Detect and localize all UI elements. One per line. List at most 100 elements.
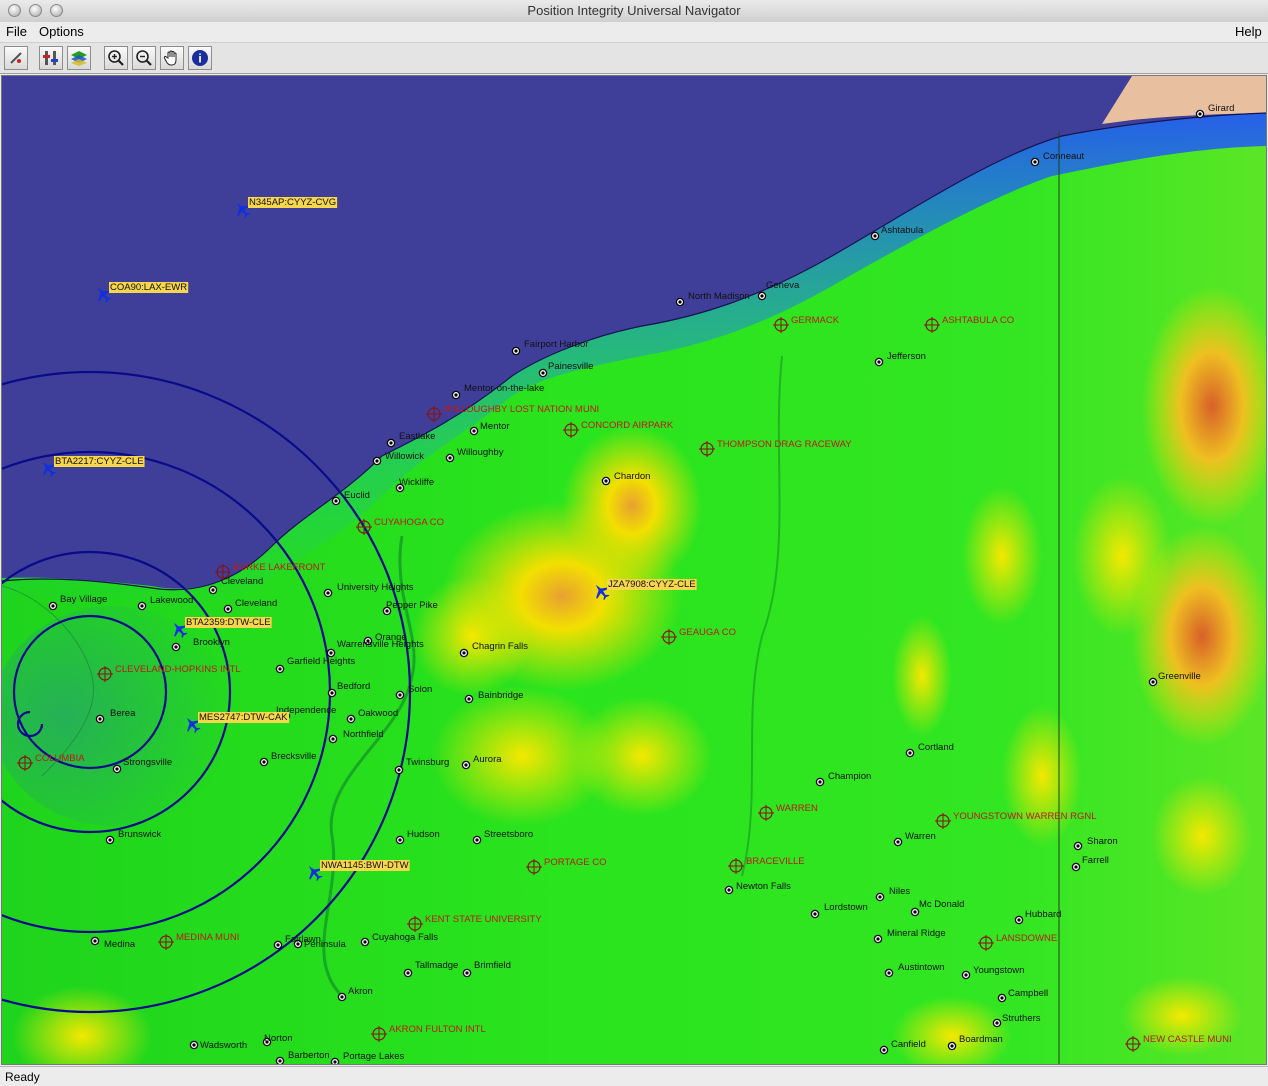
airport-label: WILLOUGHBY LOST NATION MUNI xyxy=(444,404,599,415)
toolbar: i xyxy=(0,42,1268,74)
status-text: Ready xyxy=(5,1070,40,1084)
town-label: Pepper Pike xyxy=(386,600,438,611)
town-label: Lakewood xyxy=(150,595,193,606)
town-label: Oakwood xyxy=(358,708,398,719)
town-label: Strongsville xyxy=(123,757,172,768)
town-label: Barberton xyxy=(288,1050,330,1061)
town-label: Girard xyxy=(1208,103,1234,114)
town-marker[interactable]: Norton xyxy=(262,1033,293,1047)
town-label: Wickliffe xyxy=(399,477,434,488)
town-label: Warren xyxy=(905,831,936,842)
town-label: Aurora xyxy=(473,754,502,765)
layers-adjust-button[interactable] xyxy=(39,46,63,70)
town-label: Painesville xyxy=(548,361,593,372)
airport-label: CLEVELAND-HOPKINS INTL xyxy=(115,664,241,675)
town-label: Bedford xyxy=(337,681,370,692)
town-label: Ashtabula xyxy=(881,225,924,236)
town-label: Campbell xyxy=(1008,988,1048,999)
town-label: Bay Village xyxy=(60,594,107,605)
town-label: Twinsburg xyxy=(406,757,449,768)
town-label: Brunswick xyxy=(118,829,162,840)
flight-label: N345AP:CYYZ-CVG xyxy=(249,197,336,208)
town-label: Canfield xyxy=(891,1039,926,1050)
zoom-out-button[interactable] xyxy=(132,46,156,70)
town-label: Tallmadge xyxy=(415,960,458,971)
town-label: Portage Lakes xyxy=(343,1051,405,1062)
flight-label: JZA7908:CYYZ-CLE xyxy=(608,579,696,590)
town-label: Cuyahoga Falls xyxy=(372,932,438,943)
town-label: Berea xyxy=(110,708,136,719)
town-label: Sharon xyxy=(1087,836,1118,847)
town-label: Cleveland xyxy=(235,598,277,609)
town-label: Champion xyxy=(828,771,871,782)
airport-label: NEW CASTLE MUNI xyxy=(1143,1034,1232,1045)
town-label: Jefferson xyxy=(887,351,926,362)
edit-tool-button[interactable] xyxy=(4,46,28,70)
menu-help[interactable]: Help xyxy=(1235,24,1262,39)
town-label: Conneaut xyxy=(1043,151,1085,162)
airport-label: KENT STATE UNIVERSITY xyxy=(425,914,542,925)
town-label: Mc Donald xyxy=(919,899,964,910)
town-label: Wadsworth xyxy=(200,1040,247,1051)
town-marker[interactable]: Newton Falls xyxy=(724,881,791,895)
airport-label: LANSDOWNE xyxy=(996,933,1057,944)
town-label: Eastlake xyxy=(399,431,435,442)
pan-button[interactable] xyxy=(160,46,184,70)
flight-label: MES2747:DTW-CAK xyxy=(199,712,288,723)
town-label: Farrell xyxy=(1082,855,1109,866)
zoom-out-icon xyxy=(136,50,152,66)
edit-icon xyxy=(10,52,22,64)
town-label: Mentor xyxy=(480,421,510,432)
layers-adjust-icon xyxy=(43,51,58,65)
map-view[interactable]: Girard Conneaut Ashtabula North Madison Gene… xyxy=(1,75,1267,1065)
town-label: Streetsboro xyxy=(484,829,533,840)
airport-label: PORTAGE CO xyxy=(544,857,606,868)
town-label: North Madison xyxy=(688,291,750,302)
town-label: Newton Falls xyxy=(736,881,791,892)
airport-label: CONCORD AIRPARK xyxy=(581,420,674,431)
town-label: Brimfield xyxy=(474,960,511,971)
flight-label: BTA2217:CYYZ-CLE xyxy=(55,456,144,467)
flight-label: BTA2359:DTW-CLE xyxy=(186,617,271,628)
town-label: Chagrin Falls xyxy=(472,641,528,652)
airport-label: MEDINA MUNI xyxy=(176,932,239,943)
town-label: Austintown xyxy=(898,962,944,973)
menu-options[interactable]: Options xyxy=(39,24,84,39)
town-label: Garfield Heights xyxy=(287,656,355,667)
airport-label: ASHTABULA CO xyxy=(942,315,1014,326)
airport-label: THOMPSON DRAG RACEWAY xyxy=(717,439,852,450)
town-label: Northfield xyxy=(343,729,384,740)
zoom-in-button[interactable] xyxy=(104,46,128,70)
window-titlebar: Position Integrity Universal Navigator xyxy=(0,0,1268,23)
town-label: Geneva xyxy=(766,280,800,291)
pan-hand-icon xyxy=(163,50,177,66)
airport-label: GERMACK xyxy=(791,315,840,326)
town-label: Solon xyxy=(408,684,432,695)
airport-label: BURKE LAKEFRONT xyxy=(233,562,326,573)
town-label: Fairlawn xyxy=(285,934,321,945)
town-label: Willoughby xyxy=(457,447,504,458)
town-label: Greenville xyxy=(1158,671,1201,682)
town-label: Euclid xyxy=(344,490,370,501)
town-label: Brecksville xyxy=(271,751,316,762)
town-label: Brooklyn xyxy=(193,637,230,648)
menu-bar: File Options Help xyxy=(0,22,1268,42)
terrain-map[interactable]: Girard Conneaut Ashtabula North Madison Gene… xyxy=(2,76,1266,1064)
info-button[interactable]: i xyxy=(188,46,212,70)
town-label: Cleveland xyxy=(221,576,263,587)
airport-label: YOUNGSTOWN WARREN RGNL xyxy=(953,811,1097,822)
town-label: Willowick xyxy=(385,451,424,462)
town-label: Mentor-on-the-lake xyxy=(464,383,544,394)
town-label: Boardman xyxy=(959,1034,1003,1045)
layers-button[interactable] xyxy=(67,46,91,70)
status-bar: Ready xyxy=(0,1066,1268,1086)
town-label: Lordstown xyxy=(824,902,868,913)
menu-file[interactable]: File xyxy=(6,24,27,39)
town-label: Mineral Ridge xyxy=(887,928,946,939)
town-label: Cortland xyxy=(918,742,954,753)
flight-label: COA90:LAX-EWR xyxy=(110,282,187,293)
airport-label: COLUMBIA xyxy=(35,753,85,764)
airport-label: AKRON FULTON INTL xyxy=(389,1024,486,1035)
town-label: Warrensville Heights xyxy=(337,639,424,650)
town-label: Youngstown xyxy=(973,965,1024,976)
